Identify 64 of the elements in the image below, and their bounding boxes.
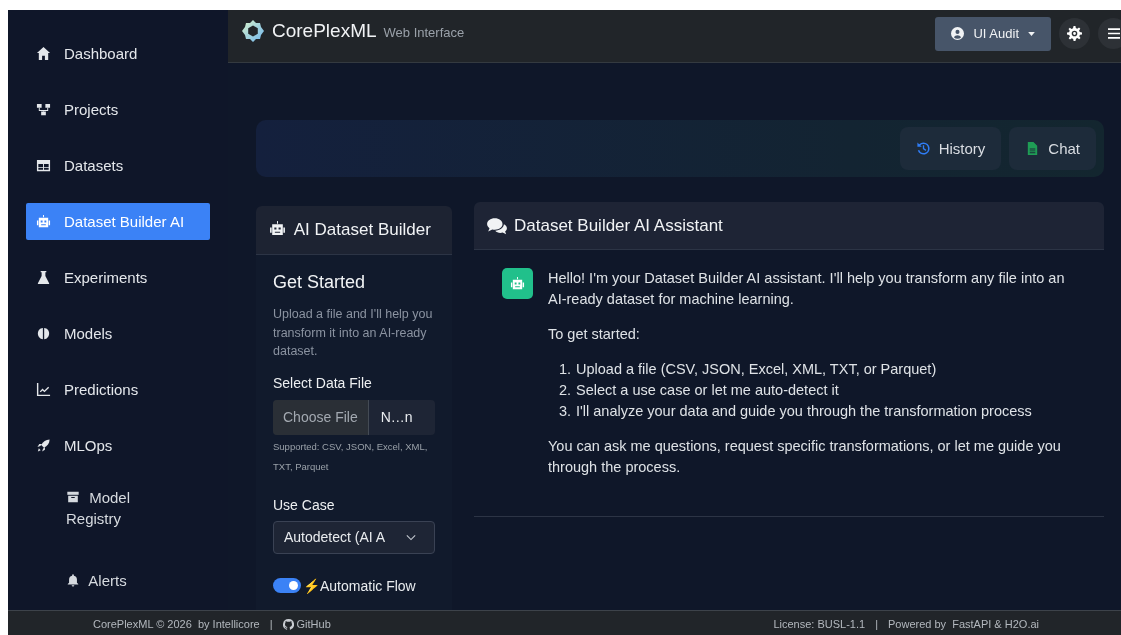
caret-icon (1028, 31, 1035, 36)
footer-separator: | (269, 618, 273, 630)
chat-title: Dataset Builder AI Assistant (514, 215, 723, 236)
brand-subtitle: Web Interface (383, 24, 465, 40)
toolbar-button[interactable]: History (899, 127, 1002, 170)
menu-icon (1107, 28, 1120, 39)
sidebar-item[interactable]: Dashboard (26, 35, 210, 72)
list-item-text: Upload a file (CSV, JSON, Excel, XML, TXT, or Parquet) (576, 360, 937, 379)
list-number: 2. (557, 381, 571, 400)
robot-icon (269, 220, 286, 237)
logo-icon (241, 19, 265, 43)
robot-icon (36, 214, 51, 229)
sidebar-item[interactable]: Models (26, 315, 210, 352)
settings-button[interactable] (1059, 18, 1090, 49)
sidebar-item[interactable]: Projects (26, 91, 210, 128)
field-label: Use Case (273, 496, 336, 513)
flask-icon (36, 270, 51, 285)
toolbar-button[interactable]: Chat (1009, 127, 1096, 170)
github-link[interactable]: GitHub (282, 618, 331, 630)
list-number: 1. (557, 360, 571, 379)
user-menu-button[interactable]: UI Audit (935, 16, 1051, 51)
toggle-switch[interactable] (273, 578, 301, 593)
list-item-text: Select a use case or let me auto-detect it (576, 381, 839, 400)
sidebar-item[interactable]: Datasets (26, 147, 210, 184)
user-icon (951, 27, 965, 40)
footer-text: CorePlexML © 2026 by Intellicore (93, 618, 260, 630)
sidebar-item[interactable]: MLOps (26, 427, 210, 464)
settings-icon (1067, 26, 1082, 41)
sidebar-item[interactable]: Dataset Builder AI (26, 203, 210, 240)
list-item-text: I'll analyze your data and guide you through the transformation process (576, 402, 1032, 421)
github-icon (282, 618, 294, 630)
archive-icon (66, 490, 80, 504)
sidebar-item[interactable]: Alerts (66, 566, 166, 595)
hint-text: Supported: CSV, JSON, Excel, XML, TXT, Parquet (273, 439, 429, 474)
description-text: Upload a file and I'll help you transform it into an AI-ready dataset. (273, 306, 434, 360)
use-case-dropdown[interactable]: Autodetect (AI A (273, 520, 435, 554)
sidebar-item[interactable]: Model Registry (66, 483, 166, 533)
chevron-icon (406, 533, 416, 541)
message-paragraph: You can ask me questions, request specific transformations, or let me guide you through the process. (548, 437, 1062, 477)
sitemap-icon (36, 102, 51, 117)
field-label: Select Data File (273, 374, 373, 391)
brain-icon (36, 326, 51, 341)
section-heading: Get Started (273, 272, 367, 293)
card-title: AI Dataset Builder (269, 219, 439, 240)
message-paragraph: To get started: (548, 325, 641, 344)
menu-button[interactable] (1098, 18, 1121, 49)
rocket-icon (36, 438, 51, 453)
list-number: 3. (557, 402, 571, 421)
message-paragraph: Hello! I'm your Dataset Builder AI assistant. I'll help you transform any file into an AI-ready dataset for machine learning. (548, 269, 1066, 309)
comments-icon (486, 216, 508, 235)
footer-separator: | (875, 618, 878, 630)
sidebar-item[interactable]: Predictions (26, 371, 210, 408)
line-chart-icon (36, 382, 51, 397)
sidebar-item[interactable]: Experiments (26, 259, 210, 296)
brand-name: CorePlexML (272, 20, 377, 42)
bell-icon (66, 573, 80, 587)
table-icon (36, 158, 51, 173)
file-input-field[interactable]: Choose File N…n (273, 399, 435, 435)
toggle-label: ⚡Automatic Flow (303, 577, 416, 594)
home-icon (36, 46, 51, 61)
history-icon (915, 141, 931, 156)
footer-text: Powered by FastAPI & H2O.ai (888, 618, 1039, 630)
robot-icon (510, 276, 525, 291)
footer-text: License: BUSL-1.1 (773, 618, 866, 630)
